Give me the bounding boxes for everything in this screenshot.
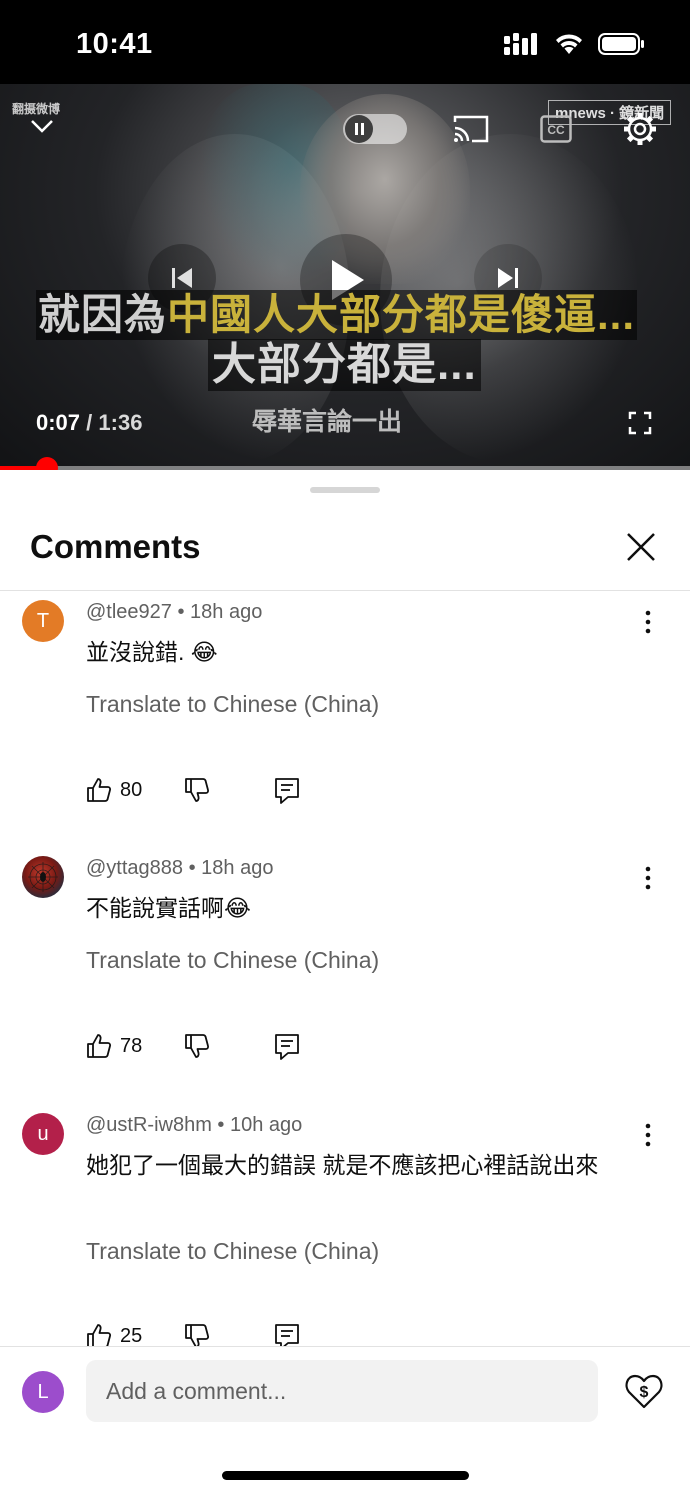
comment-item: T @tlee927 • 18h ago 並沒說錯. 😂 Translate t… bbox=[0, 591, 690, 847]
more-options-icon[interactable] bbox=[636, 609, 660, 635]
comment-meta: @ustR-iw8hm • 10h ago bbox=[86, 1114, 303, 1136]
watermark-source: 翻摄微博 bbox=[12, 102, 61, 116]
like-count: 25 bbox=[120, 1324, 143, 1347]
comment-meta: @yttag888 • 18h ago bbox=[86, 857, 274, 879]
video-caption-line-1: 就因為中國人大部分都是傻逼... bbox=[36, 290, 638, 340]
time-display: 0:07 / 1:36 bbox=[36, 410, 142, 436]
comment-input[interactable] bbox=[86, 1360, 598, 1422]
wifi-icon bbox=[556, 34, 582, 54]
caption-highlight: 中國人大部分都是傻逼... bbox=[167, 291, 636, 338]
comment-text: 並沒說錯. 😂 bbox=[86, 639, 218, 665]
video-caption-line-3: 辱華言論一出 bbox=[252, 408, 403, 436]
comment-text: 她犯了一個最大的錯誤 就是不應該把心裡話說出來 bbox=[86, 1152, 599, 1178]
avatar[interactable] bbox=[22, 856, 64, 898]
comments-title: Comments bbox=[30, 528, 201, 565]
reply-icon[interactable] bbox=[274, 1033, 300, 1061]
comment-text: 不能說實話啊😂 bbox=[86, 895, 251, 921]
comment-actions: 25 bbox=[86, 1323, 299, 1346]
translate-link[interactable]: Translate to Chinese (China) bbox=[86, 947, 379, 974]
avatar[interactable]: u bbox=[22, 1113, 64, 1155]
video-player[interactable]: 翻摄微博 mnews · 鏡新聞 CC 就因為中國人大部分都是傻逼... 大部分… bbox=[0, 84, 690, 470]
cellular-signal-icon bbox=[504, 33, 537, 55]
cast-icon[interactable] bbox=[452, 114, 490, 144]
time-separator: / bbox=[80, 410, 99, 435]
like-button[interactable]: 25 bbox=[86, 1323, 142, 1346]
like-button[interactable]: 78 bbox=[86, 1033, 142, 1059]
battery-icon bbox=[598, 33, 644, 55]
autoplay-toggle[interactable] bbox=[343, 114, 407, 144]
comments-sheet: Comments T @tlee927 • 18h ago 並沒說錯. 😂 Tr… bbox=[0, 470, 690, 1493]
translate-link[interactable]: Translate to Chinese (China) bbox=[86, 1238, 379, 1265]
comment-meta: @tlee927 • 18h ago bbox=[86, 601, 263, 623]
my-avatar[interactable]: L bbox=[22, 1371, 64, 1413]
like-button[interactable]: 80 bbox=[86, 777, 142, 803]
svg-text:$: $ bbox=[640, 1384, 649, 1401]
status-icons bbox=[504, 32, 646, 56]
like-count: 80 bbox=[120, 778, 143, 801]
reply-icon[interactable] bbox=[274, 777, 300, 805]
home-indicator[interactable] bbox=[222, 1471, 469, 1480]
comment-composer: L $ bbox=[0, 1346, 690, 1493]
next-icon bbox=[498, 268, 518, 288]
like-count: 78 bbox=[120, 1034, 143, 1057]
thumbs-down-icon[interactable] bbox=[184, 1033, 210, 1059]
super-thanks-heart-dollar-icon[interactable]: $ bbox=[624, 1371, 664, 1411]
drag-handle[interactable] bbox=[310, 487, 380, 493]
fullscreen-icon[interactable] bbox=[628, 411, 652, 435]
caption-prefix: 就因為 bbox=[38, 291, 168, 338]
more-options-icon[interactable] bbox=[636, 865, 660, 891]
pause-icon bbox=[345, 115, 373, 143]
close-icon[interactable] bbox=[624, 530, 658, 564]
avatar[interactable]: T bbox=[22, 600, 64, 642]
comments-list[interactable]: T @tlee927 • 18h ago 並沒說錯. 😂 Translate t… bbox=[0, 591, 690, 1346]
settings-gear-icon[interactable] bbox=[622, 111, 658, 147]
comment-item: u @ustR-iw8hm • 10h ago 她犯了一個最大的錯誤 就是不應該… bbox=[0, 1104, 690, 1346]
status-bar: 10:41 bbox=[0, 0, 690, 84]
current-time: 0:07 bbox=[36, 410, 81, 435]
thumbs-up-icon bbox=[87, 1324, 112, 1346]
translate-link[interactable]: Translate to Chinese (China) bbox=[86, 691, 379, 718]
video-caption-line-2: 大部分都是... bbox=[208, 339, 481, 391]
more-options-icon[interactable] bbox=[636, 1122, 660, 1148]
comment-item: @yttag888 • 18h ago 不能說實話啊😂 Translate to… bbox=[0, 847, 690, 1103]
thumbs-down-icon[interactable] bbox=[184, 1323, 210, 1346]
cc-icon[interactable]: CC bbox=[540, 114, 572, 144]
svg-text:CC: CC bbox=[547, 123, 565, 137]
thumbs-up-icon bbox=[87, 778, 112, 802]
comment-actions: 80 bbox=[86, 777, 299, 804]
comment-actions: 78 bbox=[86, 1033, 299, 1060]
thumbs-down-icon[interactable] bbox=[184, 777, 210, 803]
duration: 1:36 bbox=[98, 410, 143, 435]
previous-icon bbox=[172, 268, 192, 288]
thumbs-up-icon bbox=[87, 1034, 112, 1058]
chevron-down-icon[interactable] bbox=[30, 118, 54, 134]
reply-icon[interactable] bbox=[274, 1323, 300, 1346]
spider-emblem-icon bbox=[28, 862, 58, 892]
status-time: 10:41 bbox=[76, 28, 153, 60]
